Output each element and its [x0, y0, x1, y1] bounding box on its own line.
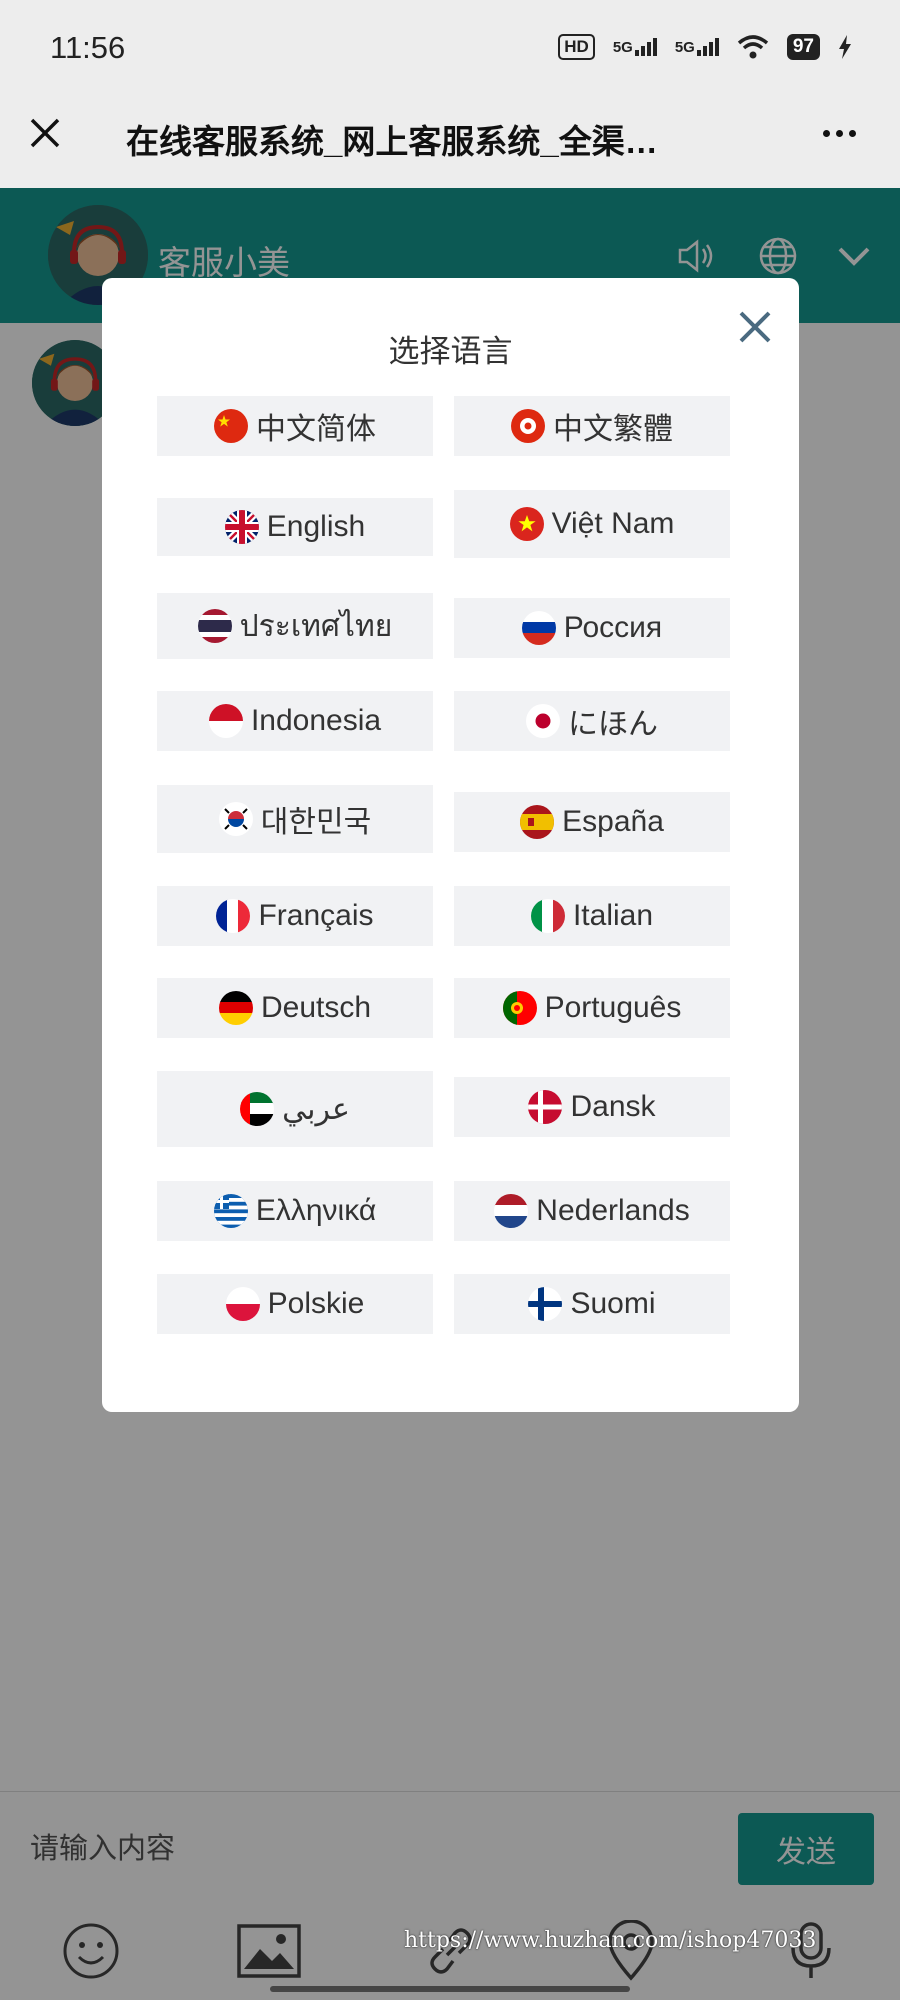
language-option[interactable]: España	[454, 792, 730, 852]
language-option[interactable]: 中文繁體	[454, 396, 730, 456]
language-option[interactable]: Việt Nam	[454, 490, 730, 558]
language-option[interactable]: にほん	[454, 691, 730, 751]
language-label: Polskie	[267, 1287, 365, 1320]
language-label: にほん	[568, 708, 658, 741]
language-option[interactable]: 대한민국	[157, 785, 433, 853]
signal-icon: 5G	[613, 38, 657, 56]
language-label: Ελληνικά	[255, 1194, 377, 1227]
charging-icon	[839, 35, 851, 59]
portugal-flag-icon	[502, 991, 537, 1025]
language-option[interactable]: Français	[157, 886, 433, 946]
germany-flag-icon	[218, 991, 253, 1025]
japan-flag-icon	[526, 704, 560, 738]
language-option[interactable]: Ελληνικά	[157, 1181, 433, 1241]
language-option[interactable]: Indonesia	[157, 691, 433, 751]
language-label: 中文简体	[256, 413, 376, 446]
language-option[interactable]: Português	[454, 978, 730, 1038]
language-label: Nederlands	[536, 1194, 690, 1227]
hongkong-flag-icon	[511, 409, 545, 443]
language-label: Français	[258, 899, 374, 932]
language-option[interactable]: Россия	[454, 598, 730, 658]
indonesia-flag-icon	[208, 704, 243, 738]
language-option[interactable]: Polskie	[157, 1274, 433, 1334]
language-label: 대한민국	[260, 806, 372, 839]
language-option[interactable]: عربي	[157, 1071, 433, 1147]
network-label: 5G	[674, 39, 695, 56]
network-label: 5G	[612, 39, 633, 56]
vietnam-flag-icon	[509, 507, 544, 541]
russia-flag-icon	[521, 611, 556, 645]
language-option[interactable]: Dansk	[454, 1077, 730, 1137]
battery-icon: 97	[786, 34, 820, 60]
language-label: ประเทศไทย	[239, 609, 393, 643]
language-option[interactable]: 中文简体	[157, 396, 433, 456]
language-option[interactable]: English	[157, 498, 433, 556]
more-icon[interactable]	[812, 112, 866, 154]
spain-flag-icon	[520, 805, 555, 839]
thailand-flag-icon	[197, 609, 232, 643]
language-option[interactable]: Suomi	[454, 1274, 730, 1334]
uae-flag-icon	[240, 1092, 275, 1126]
page-title: 在线客服系统_网上客服系统_全渠…	[126, 123, 658, 160]
language-label: Россия	[563, 611, 663, 644]
greece-flag-icon	[213, 1194, 248, 1228]
language-label: Português	[544, 991, 682, 1024]
china-flag-icon	[214, 409, 248, 443]
language-option[interactable]: ประเทศไทย	[157, 593, 433, 659]
wifi-icon	[737, 35, 768, 59]
italy-flag-icon	[530, 899, 565, 933]
status-time: 11:56	[50, 30, 126, 65]
language-label: English	[266, 510, 366, 543]
korea-flag-icon	[218, 802, 253, 836]
uk-flag-icon	[224, 510, 259, 544]
close-icon[interactable]	[24, 112, 66, 154]
language-option[interactable]: Deutsch	[157, 978, 433, 1038]
language-label: 中文繁體	[553, 413, 673, 446]
language-label: España	[562, 805, 664, 838]
france-flag-icon	[216, 899, 251, 933]
language-label: Suomi	[570, 1287, 656, 1320]
language-label: Dansk	[570, 1090, 656, 1123]
finland-flag-icon	[528, 1287, 563, 1321]
language-option[interactable]: Italian	[454, 886, 730, 946]
poland-flag-icon	[225, 1287, 260, 1321]
language-label: Italian	[572, 899, 654, 932]
modal-title: 选择语言	[388, 334, 513, 369]
language-option[interactable]: Nederlands	[454, 1181, 730, 1241]
denmark-flag-icon	[528, 1090, 563, 1124]
language-label: Indonesia	[250, 704, 382, 737]
netherlands-flag-icon	[494, 1194, 529, 1228]
language-label: Deutsch	[260, 991, 372, 1024]
hd-icon: HD	[558, 34, 595, 60]
signal-icon: 5G	[675, 38, 719, 56]
close-icon[interactable]	[730, 302, 780, 352]
language-label: عربي	[282, 1092, 350, 1126]
language-modal: 选择语言 中文简体 中文繁體 English Việt Nam ประเทศไทย Рос…	[102, 278, 799, 1412]
language-label: Việt Nam	[551, 507, 675, 540]
status-icons: HD 5G 5G 97	[558, 30, 852, 64]
watermark: https://www.huzhan.com/ishop47033	[404, 1928, 817, 1953]
